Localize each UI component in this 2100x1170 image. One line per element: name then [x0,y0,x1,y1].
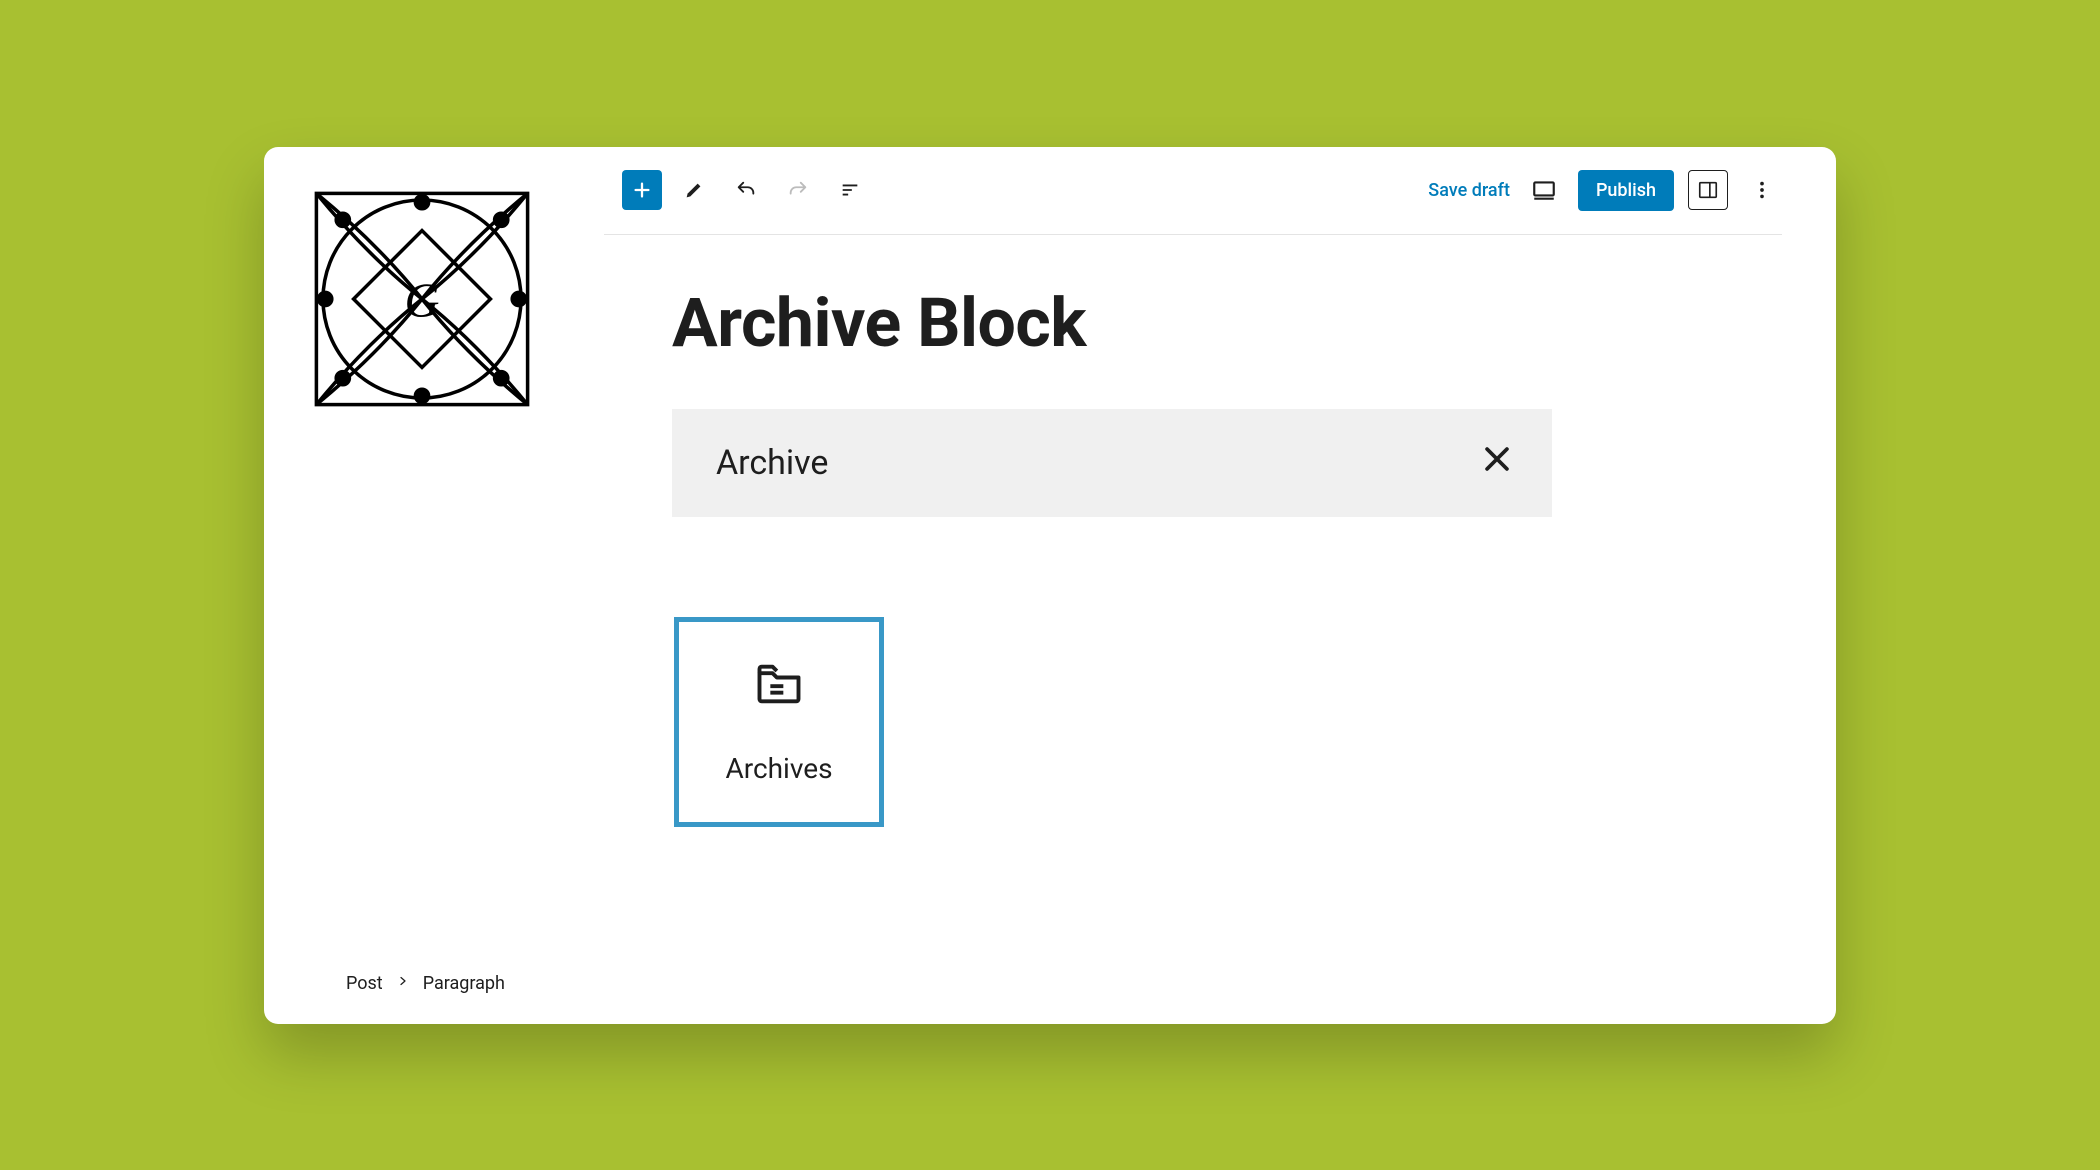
block-result-label: Archives [725,752,832,785]
archives-folder-icon [753,658,805,710]
block-search-field[interactable]: Archive [672,409,1552,517]
svg-text:G: G [405,274,440,327]
chevron-right-icon [397,975,409,991]
more-options-button[interactable] [1742,170,1782,210]
kebab-icon [1751,179,1773,201]
save-draft-button[interactable]: Save draft [1428,180,1510,201]
editor-toolbar: Save draft Publish [604,147,1782,235]
close-icon [1480,442,1514,476]
add-block-button[interactable] [622,170,662,210]
clear-search-button[interactable] [1480,442,1514,483]
settings-sidebar-toggle[interactable] [1688,170,1728,210]
desktop-icon [1531,177,1557,203]
site-logo: G [312,189,532,409]
breadcrumb-root[interactable]: Post [346,973,383,994]
redo-button[interactable] [778,170,818,210]
publish-button[interactable]: Publish [1578,170,1674,211]
breadcrumb-current[interactable]: Paragraph [423,973,505,994]
breadcrumb: Post Paragraph [346,973,505,994]
page-title[interactable]: Archive Block [672,283,1782,363]
plus-icon [631,179,653,201]
editor-window: G [264,147,1836,1024]
preview-button[interactable] [1524,170,1564,210]
document-overview-button[interactable] [830,170,870,210]
main-column: Save draft Publish Archive Block Archive [604,147,1836,1024]
undo-icon [735,179,757,201]
search-input-text: Archive [716,443,1480,483]
block-result-archives[interactable]: Archives [674,617,884,827]
toolbar-left-group [622,170,870,210]
sidebar-icon [1697,179,1719,201]
list-view-icon [839,179,861,201]
undo-button[interactable] [726,170,766,210]
redo-icon [787,179,809,201]
pencil-icon [683,179,705,201]
left-column: G [264,147,604,1024]
toolbar-right-group: Save draft Publish [1428,170,1782,211]
edit-mode-button[interactable] [674,170,714,210]
